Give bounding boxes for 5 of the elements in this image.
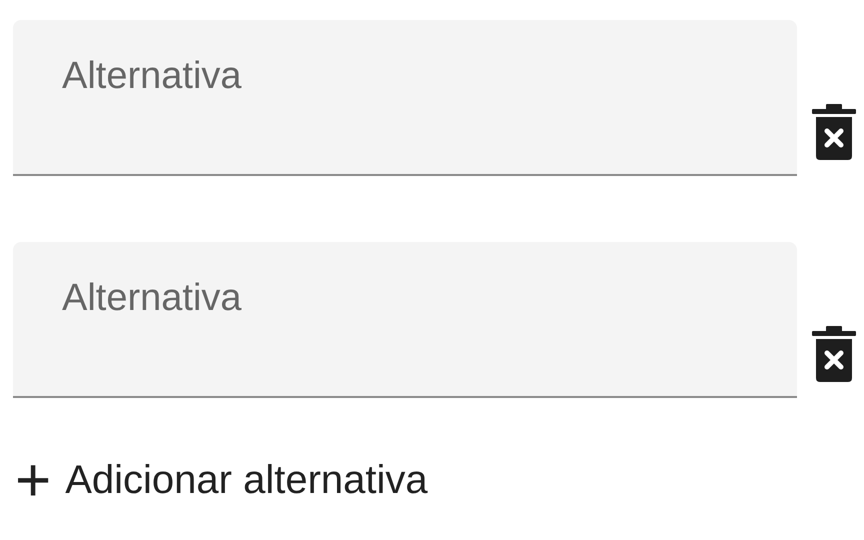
delete-icon[interactable] [812,104,856,160]
add-alternative-button[interactable]: + Adicionar alternativa [13,458,428,503]
delete-icon[interactable] [812,326,856,382]
input-field[interactable]: Alternativa [13,20,797,176]
input-field[interactable]: Alternativa [13,242,797,398]
